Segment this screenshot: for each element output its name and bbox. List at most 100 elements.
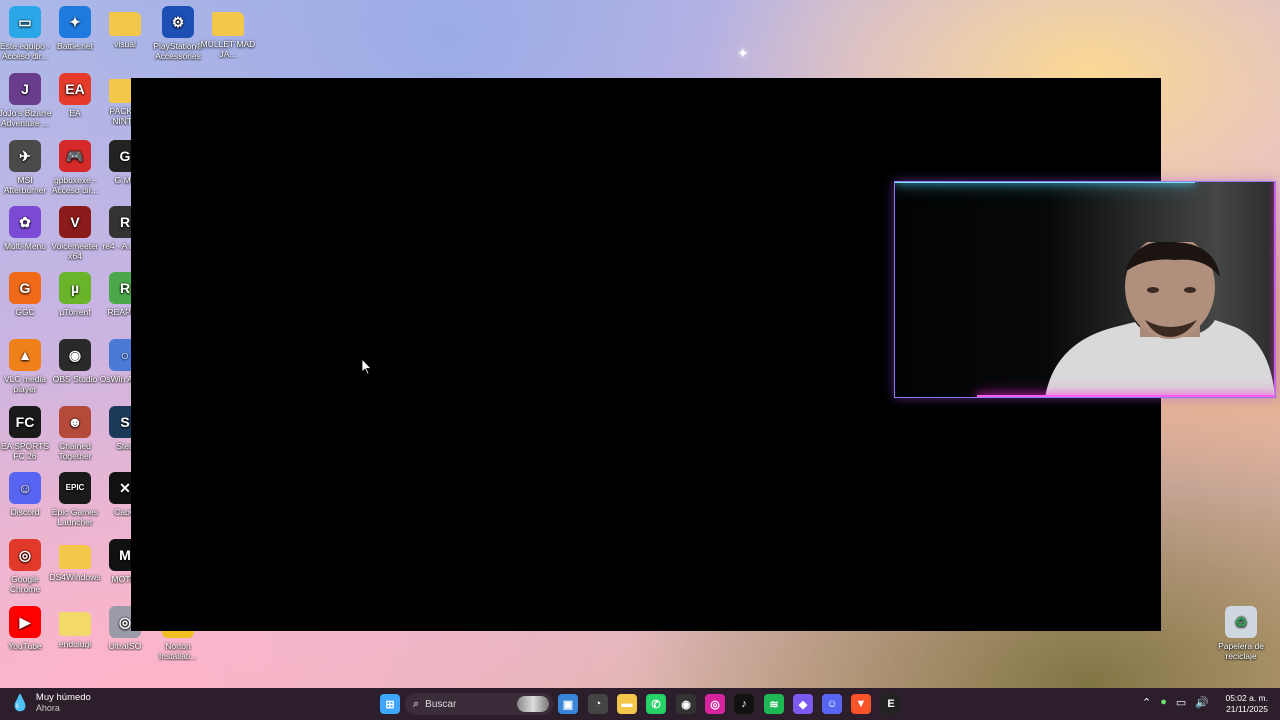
desktop-icon[interactable]: visual bbox=[97, 6, 153, 49]
desktop-icon[interactable]: ✦ Battle.net bbox=[47, 6, 103, 51]
desktop-icon-label: EA bbox=[69, 108, 81, 118]
desktop-icon[interactable]: ◎ Google Chrome bbox=[0, 539, 53, 594]
taskbar bbox=[0, 688, 1280, 720]
desktop-icon-label: gpbuxexe - Acceso dir... bbox=[51, 175, 99, 195]
utorrent-icon: µ bbox=[59, 272, 91, 304]
desktop-icon-label: PlayStation® Accessories bbox=[153, 41, 203, 61]
playstation-icon: ⚙ bbox=[162, 6, 194, 38]
vlc-icon: ▲ bbox=[9, 339, 41, 371]
desktop-icon[interactable]: µ µTorrent bbox=[47, 272, 103, 317]
monitor-icon: ▭ bbox=[9, 6, 41, 38]
gamepad-icon: 🎮 bbox=[59, 140, 91, 172]
desktop-icon[interactable]: EA EA bbox=[47, 73, 103, 118]
desktop-icon[interactable]: ▭ Este equipo - Acceso dir... bbox=[0, 6, 53, 61]
obs-taskbar-icon[interactable]: ◉ bbox=[676, 694, 696, 714]
desktop-icon-label: Voicemeeter x64 bbox=[51, 241, 99, 261]
desktop-icon[interactable]: J JoJo's Bizarre Adventure ... bbox=[0, 73, 53, 128]
webcam-overlay bbox=[894, 181, 1276, 398]
desktop-icon[interactable]: ☺ Discord bbox=[0, 472, 53, 517]
water-drop-icon: 💧 bbox=[10, 694, 30, 712]
neon-border-top bbox=[895, 182, 1195, 183]
folder-icon bbox=[59, 545, 91, 569]
taskbar-search[interactable]: ⌕ Buscar bbox=[405, 693, 553, 715]
desktop-icon-label: Norton Installati... bbox=[158, 641, 198, 661]
desktop-icon[interactable]: endulugi bbox=[47, 606, 103, 649]
desktop-icon-label: Battle.net bbox=[57, 41, 93, 51]
epic-taskbar-icon[interactable]: E bbox=[881, 694, 901, 714]
desktop-icon[interactable]: ✈ MSI Afterburner bbox=[0, 140, 53, 195]
discord-taskbar-icon[interactable]: ☺ bbox=[822, 694, 842, 714]
desktop-icon[interactable]: ✿ Multi-Menu bbox=[0, 206, 53, 251]
desktop-icon[interactable]: ☻ Chained Together bbox=[47, 406, 103, 461]
ggc-icon: G bbox=[9, 272, 41, 304]
desktop-icon-label: EA SPORTS FC 26 bbox=[0, 441, 50, 461]
weather-subtitle: Ahora bbox=[35, 703, 60, 713]
recycle-bin-icon: ♻ bbox=[1225, 606, 1257, 638]
chevron-up-icon[interactable]: ⌃ bbox=[1142, 696, 1151, 709]
desktop-icon[interactable]: ⚙ PlayStation® Accessories bbox=[150, 6, 206, 61]
sparkle-decoration: ✦ bbox=[737, 45, 749, 61]
chained-together-icon: ☻ bbox=[59, 406, 91, 438]
desktop-icon[interactable]: ◉ OBS Studio bbox=[47, 339, 103, 384]
store-icon[interactable]: ▣ bbox=[558, 694, 578, 714]
desktop-icon-label: JoJo's Bizarre Adventure ... bbox=[0, 108, 52, 128]
brave-icon[interactable]: ▼ bbox=[851, 694, 871, 714]
volume-icon[interactable]: 🔊 bbox=[1195, 696, 1209, 709]
folder-icon bbox=[109, 12, 141, 36]
desktop-icon-label: visual bbox=[114, 39, 136, 49]
desktop-icon[interactable]: ▲ VLC media player bbox=[0, 339, 53, 394]
youtube-icon: ▶ bbox=[9, 606, 41, 638]
chrome-icon: ◎ bbox=[9, 539, 41, 571]
desktop-icon-label: Discord bbox=[10, 507, 40, 517]
neon-border-bottom bbox=[977, 395, 1275, 397]
mouse-cursor-icon bbox=[362, 359, 372, 375]
multimenu-icon: ✿ bbox=[9, 206, 41, 238]
desktop-icon-label: Este equipo - Acceso dir... bbox=[0, 41, 51, 61]
desktop-icon-label: Epic Games Launcher bbox=[51, 507, 99, 527]
desktop-icon-label: µTorrent bbox=[59, 307, 91, 317]
desktop-icon[interactable]: EPIC Epic Games Launcher bbox=[47, 472, 103, 527]
msi-afterburner-icon: ✈ bbox=[9, 140, 41, 172]
obs-icon: ◉ bbox=[59, 339, 91, 371]
desktop-icon-label: UltraISO bbox=[108, 641, 142, 651]
desktop-icon-label: GGC bbox=[15, 307, 35, 317]
start-button[interactable]: ⊞ bbox=[380, 694, 400, 714]
search-icon: ⌕ bbox=[413, 697, 420, 710]
voicemeeter-icon: V bbox=[59, 206, 91, 238]
network-icon[interactable]: ▭ bbox=[1176, 696, 1186, 709]
desktop-icon-label: Multi-Menu bbox=[3, 241, 47, 251]
desktop-icon[interactable]: V Voicemeeter x64 bbox=[47, 206, 103, 261]
whatsapp-icon[interactable]: ✆ bbox=[646, 694, 666, 714]
weather-widget[interactable]: 💧 Muy húmedo Ahora bbox=[10, 692, 91, 714]
desktop-icon[interactable]: 🎮 gpbuxexe - Acceso dir... bbox=[47, 140, 103, 195]
speed-icon[interactable]: ◔ bbox=[588, 694, 608, 714]
desktop-icon[interactable]: G GGC bbox=[0, 272, 53, 317]
gem-icon[interactable]: ◆ bbox=[793, 694, 813, 714]
clock-date: 21/11/2025 bbox=[1226, 704, 1268, 714]
desktop-icon-label: MULLET MAD JA... bbox=[200, 39, 256, 59]
microphone-icon[interactable]: ● bbox=[1160, 696, 1167, 709]
epic-games-icon: EPIC bbox=[59, 472, 91, 504]
desktop-icon-recycle-bin[interactable]: ♻ Papelera de reciclaje bbox=[1213, 606, 1269, 661]
desktop-icon[interactable]: DS4Windows bbox=[47, 539, 103, 582]
clock-time: 05:02 a. m. bbox=[1225, 693, 1268, 703]
search-highlight-icon bbox=[517, 696, 549, 712]
desktop-icon-label: YouTube bbox=[8, 641, 42, 651]
desktop-icon[interactable]: ▶ YouTube bbox=[0, 606, 53, 651]
file-explorer-icon[interactable]: ▬ bbox=[617, 694, 637, 714]
desktop-icon-label: endulugi bbox=[58, 639, 92, 649]
desktop-icon-label: DS4Windows bbox=[49, 572, 101, 582]
desktop-icon[interactable]: MULLET MAD JA... bbox=[200, 6, 256, 59]
desktop-icon-label: Chained Together bbox=[58, 441, 92, 461]
spotify-icon[interactable]: ≋ bbox=[764, 694, 784, 714]
desktop-icon-label: MSI Afterburner bbox=[3, 175, 47, 195]
desktop-icon-label: Google Chrome bbox=[9, 574, 41, 594]
search-placeholder: Buscar bbox=[425, 698, 457, 710]
instagram-icon[interactable]: ◎ bbox=[705, 694, 725, 714]
desktop-icon[interactable]: FC EA SPORTS FC 26 bbox=[0, 406, 53, 461]
clock[interactable]: 05:02 a. m. 21/11/2025 bbox=[1225, 693, 1268, 715]
battlenet-icon: ✦ bbox=[59, 6, 91, 38]
ea-icon: EA bbox=[59, 73, 91, 105]
tiktok-icon[interactable]: ♪ bbox=[734, 694, 754, 714]
jojo-icon: J bbox=[9, 73, 41, 105]
